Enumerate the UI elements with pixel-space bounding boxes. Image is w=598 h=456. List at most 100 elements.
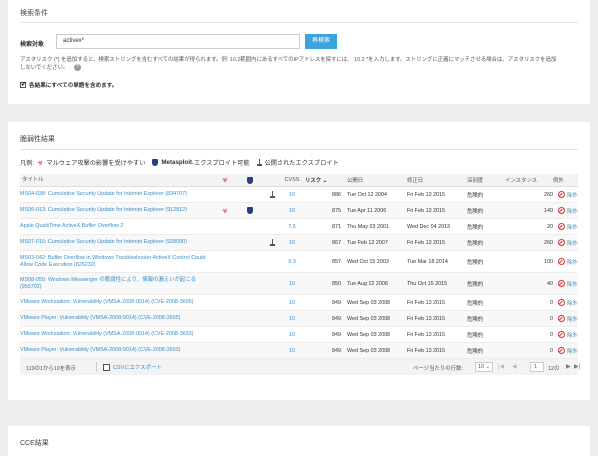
prev-page-icon[interactable]: ◀ <box>512 363 517 370</box>
metasploit-cell <box>245 311 255 326</box>
exclude-button[interactable]: 除外 <box>558 251 586 272</box>
table-row: VMware Workstation: Vulnerability (VMSA-… <box>20 295 578 311</box>
exclude-button[interactable]: 除外 <box>558 219 586 234</box>
vuln-title-link[interactable]: MS07-016: Cumulative Security Update for… <box>20 235 210 250</box>
vuln-title-link[interactable]: MS08-050: Windows Messenger の脆弱性により、情報の漏… <box>20 273 210 294</box>
vuln-title-link[interactable]: MS06-013: Cumulative Security Update for… <box>20 203 210 218</box>
exploit-cell <box>267 343 277 358</box>
metasploit-cell <box>245 273 255 294</box>
vuln-title-link[interactable]: Apple QuickTime ActiveX Buffer Overflow … <box>20 219 210 234</box>
exclude-button[interactable]: 除外 <box>558 311 586 326</box>
next-page-icon[interactable]: ▶ <box>566 363 571 370</box>
vuln-title-link[interactable]: VMware Workstation: Vulnerability (VMSA-… <box>20 327 210 342</box>
divider <box>20 149 578 150</box>
instance-count: 20 <box>547 223 553 230</box>
vuln-section-title: 脆弱性結果 <box>20 136 55 143</box>
risk-value: 849 <box>332 347 341 354</box>
help-icon[interactable]: ? <box>73 64 81 72</box>
cvss-value[interactable]: 10 <box>282 273 302 294</box>
all-words-option: 各結果にすべての単語を含めます。 <box>20 81 117 89</box>
exploit-cell <box>267 251 277 272</box>
exploit-cell <box>267 311 277 326</box>
instance-count: 100 <box>544 258 553 265</box>
export-csv-button[interactable]: CSVにエクスポート <box>103 363 162 371</box>
page-total: 12の <box>548 366 560 372</box>
published-date: Wed Oct 15 2003 <box>347 258 389 265</box>
cvss-value[interactable]: 10 <box>282 203 302 218</box>
exclude-button[interactable]: 除外 <box>558 327 586 342</box>
instance-count: 0 <box>550 347 553 354</box>
risk-value: 867 <box>332 239 341 246</box>
risk-value: 857 <box>332 258 341 265</box>
exploit-icon <box>269 239 275 246</box>
cvss-value[interactable]: 10 <box>282 327 302 342</box>
exclude-button[interactable]: 除外 <box>558 343 586 358</box>
col-published[interactable]: 公開日 <box>347 174 407 186</box>
cce-panel: CCE結果 <box>8 426 590 456</box>
rows-per-page-value: 10 <box>478 364 484 370</box>
exclude-button[interactable]: 除外 <box>558 187 586 202</box>
all-words-checkbox[interactable] <box>20 81 26 88</box>
exploit-cell <box>267 235 277 250</box>
cvss-value[interactable]: 10 <box>282 343 302 358</box>
cvss-value[interactable]: 10 <box>282 311 302 326</box>
prohibit-icon <box>558 223 565 230</box>
re-search-button[interactable]: 再検索 <box>305 34 337 49</box>
vuln-title-link[interactable]: VMware Workstation: Vulnerability (VMSA-… <box>20 295 210 310</box>
prohibit-icon <box>558 299 565 306</box>
vuln-title-link[interactable]: MS04-038: Cumulative Security Update for… <box>20 187 210 202</box>
cvss-value[interactable]: 10 <box>282 295 302 310</box>
result-count: 119の1から10を表示 <box>26 366 76 372</box>
first-page-icon[interactable]: |◀ <box>498 363 504 370</box>
published-date: Tue Oct 12 2004 <box>347 191 387 198</box>
col-exceptions: 例外 <box>553 178 564 184</box>
search-input[interactable]: activex* <box>56 34 300 49</box>
csv-icon <box>103 363 110 371</box>
prohibit-icon <box>558 258 565 265</box>
col-severity[interactable]: 深刻度 <box>467 174 497 186</box>
biohazard-icon: ☣ <box>221 177 229 184</box>
vuln-title-link[interactable]: VMware Player: Vulnerability (VMSA-2008-… <box>20 343 210 358</box>
metasploit-cell <box>245 327 255 342</box>
vuln-title-link[interactable]: MS03-042: Buffer Overflow in Windows Tro… <box>20 251 210 272</box>
table-footer: 119の1から10を表示 CSVにエクスポート ページ当たりの行数: 10 ⌄ … <box>20 359 580 375</box>
exploit-cell <box>267 187 277 202</box>
published-date: Wed Sep 03 2008 <box>347 315 391 322</box>
metasploit-cell <box>245 235 255 250</box>
table-row: Apple QuickTime ActiveX Buffer Overflow … <box>20 219 578 235</box>
col-title[interactable]: タイトル <box>20 174 210 186</box>
page-input[interactable]: 1 <box>530 362 544 372</box>
col-cvss[interactable]: CVSS <box>282 174 302 186</box>
cce-section-title: CCE結果 <box>20 440 49 447</box>
col-risk[interactable]: リスク ⌄ <box>305 174 341 186</box>
risk-value: 850 <box>332 280 341 287</box>
modified-date: Fri Feb 13 2015 <box>407 207 446 214</box>
exclude-button[interactable]: 除外 <box>558 235 586 250</box>
metasploit-cell <box>245 187 255 202</box>
legend-metasploit-brand: Metasploit <box>161 159 192 166</box>
instance-count: 260 <box>544 239 553 246</box>
prohibit-icon <box>558 347 565 354</box>
rows-per-page-select[interactable]: 10 ⌄ <box>475 362 493 372</box>
last-page-icon[interactable]: ▶| <box>574 363 580 370</box>
instance-count: 0 <box>550 331 553 338</box>
vuln-title-link[interactable]: VMware Player: Vulnerability (VMSA-2008-… <box>20 311 210 326</box>
col-modified[interactable]: 修正日 <box>407 174 467 186</box>
col-metasploit[interactable] <box>245 174 255 186</box>
prohibit-icon <box>558 331 565 338</box>
instance-count: 140 <box>544 207 553 214</box>
exclude-button[interactable]: 除外 <box>558 295 586 310</box>
col-malware[interactable]: ☣ <box>220 174 230 186</box>
cvss-value[interactable]: 7.6 <box>282 219 302 234</box>
cvss-value[interactable]: 10 <box>282 187 302 202</box>
legend-exploit: 公開されたエクスプロイト <box>264 160 339 167</box>
malware-cell <box>220 251 230 272</box>
cvss-value[interactable]: 10 <box>282 235 302 250</box>
instance-count: 0 <box>550 315 553 322</box>
instance-count: 260 <box>544 191 553 198</box>
prohibit-icon <box>558 315 565 322</box>
published-date: Tue Feb 13 2007 <box>347 239 388 246</box>
cvss-value[interactable]: 9.3 <box>282 251 302 272</box>
exclude-button[interactable]: 除外 <box>558 203 586 218</box>
exclude-button[interactable]: 除外 <box>558 273 586 294</box>
